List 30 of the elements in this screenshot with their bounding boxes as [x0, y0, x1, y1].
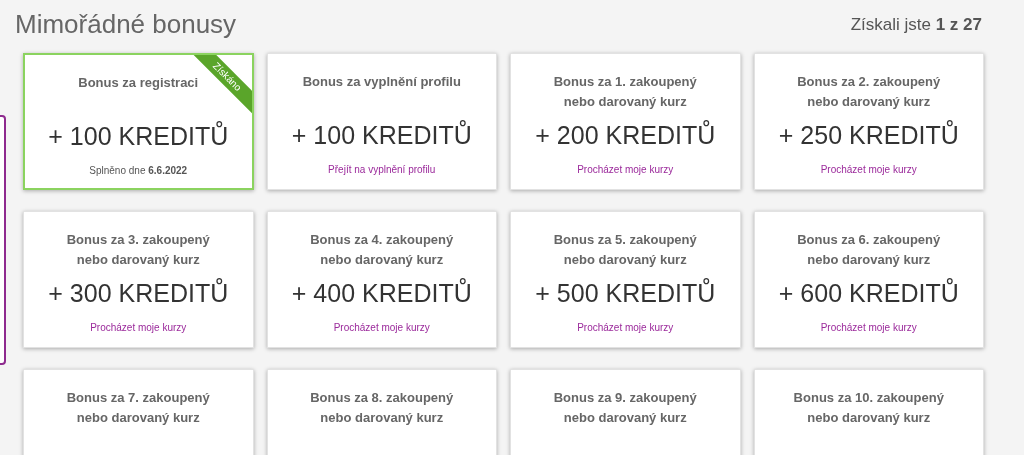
bonus-title: Bonus za registraci [77, 74, 200, 92]
completion-date: Splněno dne 6.6.2022 [89, 164, 188, 178]
bonus-link[interactable]: Procházet moje kurzy [820, 320, 917, 335]
bonus-link[interactable]: Procházet moje kurzy [333, 320, 430, 335]
bonus-title: Bonus za 2. zakoupený nebo darovaný kurz [796, 73, 942, 111]
bonus-link[interactable]: Přejít na vyplnění profilu [328, 162, 436, 177]
credit-amount: + 300 KREDITŮ [48, 278, 229, 308]
credit-amount: + 500 KREDITŮ [535, 278, 716, 308]
bonus-title: Bonus za 5. zakoupený nebo darovaný kurz [552, 231, 698, 269]
bonus-title: Bonus za 10. zakoupený nebo darovaný kurz [792, 389, 945, 427]
bonus-link[interactable]: Procházet moje kurzy [577, 320, 674, 335]
credit-amount: + 600 KREDITŮ [778, 278, 959, 308]
bonus-link[interactable]: Procházet moje kurzy [820, 162, 917, 177]
credit-amount: + 250 KREDITŮ [778, 120, 959, 150]
bonus-title: Bonus za 7. zakoupený nebo darovaný kurz [65, 389, 211, 427]
bonus-title: Bonus za 4. zakoupený nebo darovaný kurz [309, 231, 455, 269]
bonus-title: Bonus za 9. zakoupený nebo darovaný kurz [552, 389, 698, 427]
credit-amount: + 400 KREDITŮ [291, 278, 472, 308]
bonus-title: Bonus za 3. zakoupený nebo darovaný kurz [65, 231, 211, 269]
credit-amount: + 200 KREDITŮ [535, 120, 716, 150]
bonus-title: Bonus za 1. zakoupený nebo darovaný kurz [552, 73, 698, 111]
bonus-title: Bonus za 8. zakoupený nebo darovaný kurz [309, 389, 455, 427]
bonus-link[interactable]: Procházet moje kurzy [577, 162, 674, 177]
bonus-link[interactable]: Procházet moje kurzy [90, 320, 187, 335]
bonus-title: Bonus za vyplnění profilu [301, 73, 462, 91]
progress-count: Získali jste 1 z 27 [850, 14, 982, 36]
page-title: Mimořádné bonusy [15, 8, 237, 40]
credit-amount: + 100 KREDITŮ [291, 120, 472, 150]
bonus-title: Bonus za 6. zakoupený nebo darovaný kurz [796, 231, 942, 269]
credit-amount: + 100 KREDITŮ [48, 121, 229, 151]
